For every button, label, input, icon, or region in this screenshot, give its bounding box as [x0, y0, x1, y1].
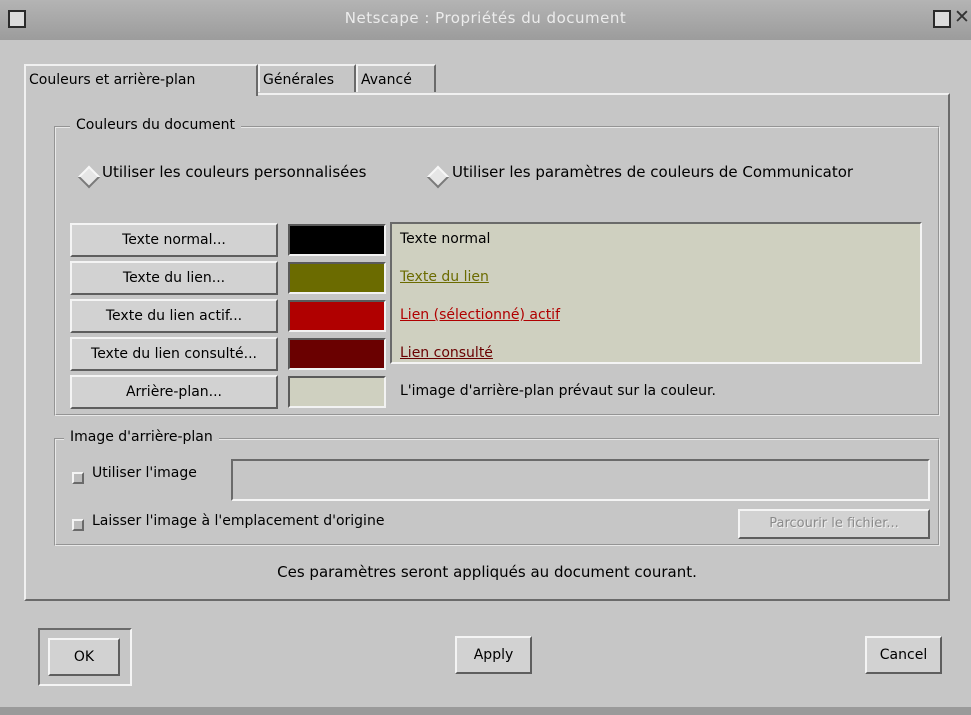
radio-communicator-colors-label[interactable]: Utiliser les paramètres de couleurs de C…	[452, 163, 853, 181]
browse-file-button[interactable]: Parcourir le fichier...	[738, 509, 930, 539]
tab-advanced[interactable]: Avancé	[356, 64, 436, 92]
visited-link-swatch	[288, 338, 386, 370]
background-note: L'image d'arrière-plan prévaut sur la co…	[400, 383, 716, 399]
active-link-swatch	[288, 300, 386, 332]
link-text-swatch	[288, 262, 386, 294]
tab-label: Couleurs et arrière-plan	[29, 72, 196, 88]
window-bottom-border	[0, 707, 971, 715]
title-bar[interactable]: Netscape : Propriétés du document ✕	[0, 0, 971, 40]
visited-link-color-button[interactable]: Texte du lien consulté...	[70, 337, 278, 371]
tab-general[interactable]: Générales	[258, 64, 356, 92]
settings-note: Ces paramètres seront appliqués au docum…	[277, 563, 697, 581]
visited-link-preview: Lien consulté	[400, 345, 493, 361]
link-text-color-button[interactable]: Texte du lien...	[70, 261, 278, 295]
active-link-preview: Lien (sélectionné) actif	[400, 307, 560, 323]
close-icon[interactable]: ✕	[954, 6, 970, 28]
use-image-label[interactable]: Utiliser l'image	[92, 465, 197, 481]
apply-button[interactable]: Apply	[455, 636, 532, 674]
tab-content-panel: Couleurs du document Utiliser les couleu…	[24, 93, 950, 601]
radio-custom-colors-label[interactable]: Utiliser les couleurs personnalisées	[102, 163, 366, 181]
keep-origin-checkbox[interactable]	[72, 519, 84, 531]
normal-text-swatch	[288, 224, 386, 256]
maximize-button[interactable]	[933, 10, 951, 28]
link-text-preview: Texte du lien	[400, 269, 489, 285]
active-link-color-button[interactable]: Texte du lien actif...	[70, 299, 278, 333]
cancel-button[interactable]: Cancel	[865, 636, 942, 674]
normal-text-preview: Texte normal	[400, 231, 491, 247]
normal-text-color-button[interactable]: Texte normal...	[70, 223, 278, 257]
keep-origin-label[interactable]: Laisser l'image à l'emplacement d'origin…	[92, 513, 384, 529]
window-title: Netscape : Propriétés du document	[344, 9, 627, 27]
ok-button[interactable]: OK	[48, 638, 120, 676]
ok-button-frame: OK	[38, 628, 132, 686]
tab-colors-background[interactable]: Couleurs et arrière-plan	[24, 64, 258, 96]
tab-label: Générales	[263, 72, 335, 88]
image-path-input[interactable]	[231, 459, 930, 501]
background-color-button[interactable]: Arrière-plan...	[70, 375, 278, 409]
background-swatch	[288, 376, 386, 408]
tab-label: Avancé	[361, 72, 412, 88]
background-image-label: Image d'arrière-plan	[64, 429, 219, 445]
dialog-window: Netscape : Propriétés du document ✕ Coul…	[0, 0, 971, 715]
document-colors-label: Couleurs du document	[70, 117, 241, 133]
use-image-checkbox[interactable]	[72, 472, 84, 484]
